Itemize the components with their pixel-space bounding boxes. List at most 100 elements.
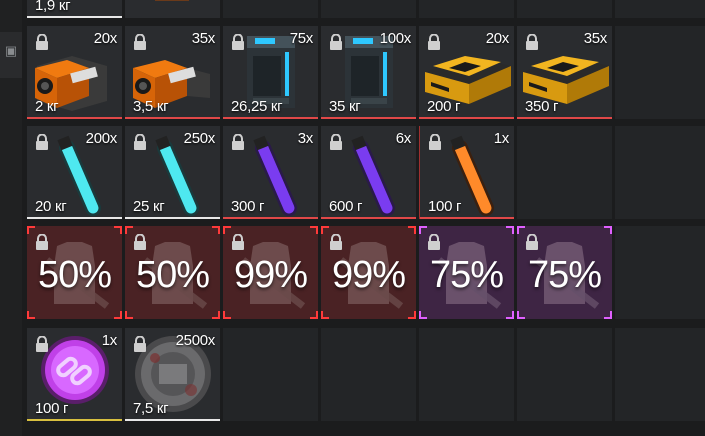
corner-marker [604,226,612,234]
lock-icon [232,34,244,50]
item-weight: 200 г [427,98,461,115]
corner-marker [223,311,231,319]
item-weight: 7,5 кг [133,400,169,417]
lock-icon [428,34,440,50]
corner-marker [517,311,525,319]
empty-slot[interactable] [419,328,514,421]
empty-slot[interactable] [321,0,416,18]
item-weight: 35 кг [329,98,361,115]
inventory-slot[interactable]: 200x 20 кг [27,126,122,219]
empty-slot[interactable] [223,328,318,421]
item-quantity: 6x [395,130,412,147]
inventory-slot[interactable]: 1x 100 г [27,328,122,421]
corner-marker [223,226,231,234]
inventory-slot[interactable]: 3x 300 г [223,126,318,219]
bonus-percent: 75% [429,254,504,296]
slot-underline [223,117,318,119]
item-quantity: 20x [485,30,510,47]
inventory-slot[interactable]: 250x 25 кг [125,126,220,219]
inventory-slot[interactable]: 20x 200 г [419,26,514,119]
corner-marker [506,226,514,234]
empty-slot[interactable] [615,0,705,18]
inventory-slot[interactable]: 1x 100 г [419,126,514,219]
lock-icon [330,234,342,250]
lock-icon [526,34,538,50]
empty-slot[interactable] [615,328,705,421]
lock-icon [134,336,146,352]
item-weight: 3,5 кг [133,98,169,115]
empty-slot[interactable] [321,328,416,421]
item-weight: 600 г [329,198,363,215]
corner-marker [419,226,427,234]
empty-slot[interactable] [419,0,514,18]
lock-icon [330,34,342,50]
bonus-percent: 75% [527,254,602,296]
bonus-slot[interactable]: 99% [321,226,416,319]
corner-marker [310,311,318,319]
corner-marker [419,311,427,319]
bonus-slot[interactable]: 75% [517,226,612,319]
corner-marker [517,226,525,234]
empty-slot[interactable] [517,126,612,219]
empty-slot[interactable] [615,26,705,119]
inventory-slot[interactable]: 100x 35 кг [321,26,416,119]
corner-marker [321,226,329,234]
item-weight: 350 г [525,98,559,115]
slot-underline [27,217,122,219]
empty-slot[interactable] [517,0,612,18]
item-weight: 25 кг [133,198,165,215]
slot-underline [420,217,514,219]
slot-underline [321,217,416,219]
bonus-slot[interactable]: 99% [223,226,318,319]
inventory-slot[interactable] [125,0,220,18]
inventory-slot[interactable]: 35x 350 г [517,26,612,119]
lock-icon [36,234,48,250]
item-art [155,0,189,1]
corner-marker [408,311,416,319]
bonus-percent: 50% [135,254,210,296]
item-quantity: 3x [297,130,314,147]
inventory-slot[interactable]: 2500x 7,5 кг [125,328,220,421]
item-quantity: 250x [183,130,216,147]
empty-slot[interactable] [615,126,705,219]
lock-icon [526,234,538,250]
corner-marker [408,226,416,234]
inventory-slot[interactable]: 75x 26,25 кг [223,26,318,119]
corner-marker [321,311,329,319]
inventory-slot[interactable]: 1,9 кг [27,0,122,18]
item-quantity: 200x [85,130,118,147]
slot-underline [517,117,612,119]
corner-marker [114,311,122,319]
item-quantity: 1x [493,130,510,147]
inventory-slot[interactable]: 35x 3,5 кг [125,26,220,119]
bonus-percent: 99% [233,254,308,296]
lock-icon [36,34,48,50]
bonus-slot[interactable]: 50% [27,226,122,319]
corner-marker [125,311,133,319]
lock-icon [232,134,244,150]
slot-underline [125,117,220,119]
item-weight: 100 г [428,198,462,215]
corner-marker [27,226,35,234]
item-quantity: 100x [379,30,412,47]
slot-underline [223,217,318,219]
bonus-slot[interactable]: 50% [125,226,220,319]
empty-slot[interactable] [223,0,318,18]
slot-underline [321,117,416,119]
slot-underline [27,16,122,18]
corner-marker [114,226,122,234]
corner-marker [125,226,133,234]
corner-marker [212,311,220,319]
item-quantity: 35x [583,30,608,47]
inventory-slot[interactable]: 6x 600 г [321,126,416,219]
lock-icon [134,134,146,150]
empty-slot[interactable] [615,226,705,319]
empty-slot[interactable] [517,328,612,421]
inventory-slot[interactable]: 20x 2 кг [27,26,122,119]
item-quantity: 2500x [175,332,216,349]
corner-marker [604,311,612,319]
item-weight: 1,9 кг [35,0,71,14]
slot-underline [125,419,220,421]
bonus-slot[interactable]: 75% [419,226,514,319]
bonus-percent: 99% [331,254,406,296]
